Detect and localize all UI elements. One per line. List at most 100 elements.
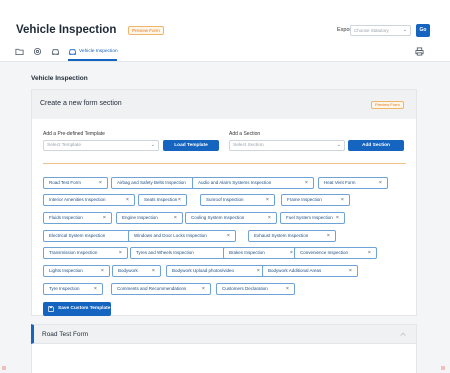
go-button[interactable]: Go — [416, 24, 430, 37]
close-icon[interactable]: × — [126, 195, 129, 205]
close-icon[interactable]: × — [341, 195, 344, 205]
car-icon[interactable] — [51, 47, 60, 56]
chip-label: Cooling System Inspection — [191, 215, 245, 220]
printer-icon[interactable] — [415, 47, 424, 56]
chip-label: Airbag and Safety Belts Inspection — [117, 180, 186, 185]
section-chip[interactable]: Comments and Recommendations × — [111, 283, 211, 295]
tab-active-indicator — [68, 59, 117, 61]
section-chip[interactable]: Frame Inspection × — [281, 194, 350, 206]
preview-form-badge[interactable]: Preview Form — [371, 101, 404, 109]
section-chip[interactable]: Bodywork Additional Areas × — [262, 265, 358, 277]
close-icon[interactable]: × — [178, 195, 181, 205]
folder-icon[interactable] — [15, 47, 24, 56]
chip-label: Fluids Inspection — [49, 215, 83, 220]
close-icon[interactable]: × — [286, 284, 289, 294]
close-icon[interactable]: × — [266, 195, 269, 205]
close-icon[interactable]: × — [349, 266, 352, 276]
chip-label: Brakes Inspection — [229, 250, 265, 255]
section-label: Add a Section — [229, 131, 261, 137]
close-icon[interactable]: × — [99, 178, 102, 188]
app-title: Vehicle Inspection — [16, 24, 117, 36]
chevron-down-icon: ⌄ — [150, 142, 155, 148]
section-chip[interactable]: Electrical System Inspection× — [43, 230, 138, 242]
chip-label: Customers Declaration — [222, 286, 268, 291]
load-template-button[interactable]: Load Template — [163, 140, 219, 151]
close-icon[interactable]: × — [227, 231, 230, 241]
close-icon[interactable]: × — [290, 248, 293, 258]
section-chip[interactable]: Bodywork × — [112, 265, 161, 277]
section-chip[interactable]: Tyres and Wheels Inspection× — [130, 247, 234, 259]
preview-form-badge[interactable]: Preview Form — [128, 26, 164, 35]
chip-label: Windows and Door Locks Inspection — [134, 233, 207, 238]
close-icon[interactable]: × — [368, 248, 371, 258]
section-select-value: Select Section — [233, 143, 264, 148]
close-icon[interactable]: × — [379, 178, 382, 188]
chip-label: Interior Amenities Inspection — [49, 197, 106, 202]
close-icon[interactable]: × — [202, 284, 205, 294]
close-icon[interactable]: × — [152, 266, 155, 276]
section-chip[interactable]: Seats Inspection × — [138, 194, 187, 206]
chip-label: Lights Inspection — [49, 268, 83, 273]
chip-label: Tyre Inspection — [49, 286, 80, 291]
chip-label: Bodywork Upload photos/video — [172, 268, 235, 273]
close-icon[interactable]: × — [119, 248, 122, 258]
settings-icon[interactable] — [33, 47, 42, 56]
chip-label: Convenience Inspection — [300, 250, 349, 255]
card-title: Create a new form section — [40, 100, 122, 107]
collapse-icon[interactable] — [399, 330, 407, 338]
section-chip[interactable]: Convenience Inspection × — [294, 247, 377, 259]
chevron-down-icon: ⌄ — [336, 142, 341, 148]
section-chip[interactable]: Audio and Alarm Systems Inspection × — [192, 177, 314, 189]
page-title: Vehicle Inspection — [31, 75, 88, 82]
chip-label: Heat Vent Form — [324, 180, 356, 185]
section-chip[interactable]: Road Test Form × — [43, 177, 108, 189]
close-icon[interactable]: × — [103, 213, 106, 223]
save-icon — [48, 306, 54, 312]
section-chip[interactable]: Fuel System Inspection × — [280, 212, 345, 224]
save-button-label: Save Custom Template — [58, 306, 111, 311]
corner-marker — [441, 366, 445, 370]
section-chip[interactable]: Transmission Inspection × — [43, 247, 128, 259]
close-icon[interactable]: × — [305, 178, 308, 188]
section-chip[interactable]: Heat Vent Form × — [318, 177, 388, 189]
save-custom-template-button[interactable]: Save Custom Template — [43, 302, 111, 316]
section-chip[interactable]: Brakes Inspection × — [223, 247, 299, 259]
section-select[interactable]: Select Section ⌄ — [229, 140, 345, 151]
close-icon[interactable]: × — [174, 213, 177, 223]
divider — [43, 163, 406, 164]
chip-label: Sunroof Inspection — [206, 197, 244, 202]
export-select[interactable]: Choose Statutory ⌄ — [350, 25, 411, 36]
section-chip[interactable]: Sunroof Inspection × — [200, 194, 275, 206]
close-icon[interactable]: × — [268, 213, 271, 223]
close-icon[interactable]: × — [101, 266, 104, 276]
section-chip[interactable]: Customers Declaration × — [216, 283, 295, 295]
close-icon[interactable]: × — [336, 213, 339, 223]
section-chip[interactable]: Cooling System Inspection × — [185, 212, 277, 224]
add-section-button[interactable]: Add Section — [348, 140, 404, 151]
card-header: Create a new form section Preview Form — [32, 90, 416, 119]
chip-label: Transmission Inspection — [49, 250, 98, 255]
template-label: Add a Pre-defined Template — [43, 131, 105, 137]
road-test-form-section[interactable]: Road Test Form — [31, 324, 417, 344]
close-icon[interactable]: × — [94, 284, 97, 294]
section-chip[interactable]: Windows and Door Locks Inspection × — [128, 230, 236, 242]
template-select[interactable]: Select Template ⌄ — [43, 140, 159, 151]
chip-label: Audio and Alarm Systems Inspection — [198, 180, 272, 185]
chip-label: Road Test Form — [49, 180, 81, 185]
section-chip[interactable]: Exhaust System Inspection × — [248, 230, 336, 242]
chip-label: Tyres and Wheels Inspection — [136, 250, 194, 255]
chip-label: Frame Inspection — [287, 197, 322, 202]
close-icon[interactable]: × — [327, 231, 330, 241]
section-chip[interactable]: Interior Amenities Inspection × — [43, 194, 135, 206]
chip-label: Seats Inspection — [144, 197, 178, 202]
chip-label: Engine Inspection — [122, 215, 158, 220]
section-chip[interactable]: Lights Inspection × — [43, 265, 110, 277]
section-chip[interactable]: Engine Inspection × — [116, 212, 183, 224]
section-chip[interactable]: Fluids Inspection × — [43, 212, 112, 224]
section-chip[interactable]: Bodywork Upload photos/video × — [166, 265, 266, 277]
close-icon[interactable]: × — [257, 266, 260, 276]
chip-label: Comments and Recommendations — [117, 286, 187, 291]
section-chip[interactable]: Tyre Inspection × — [43, 283, 103, 295]
tab-row: Vehicle Inspection — [0, 44, 450, 60]
section-body — [31, 344, 417, 373]
